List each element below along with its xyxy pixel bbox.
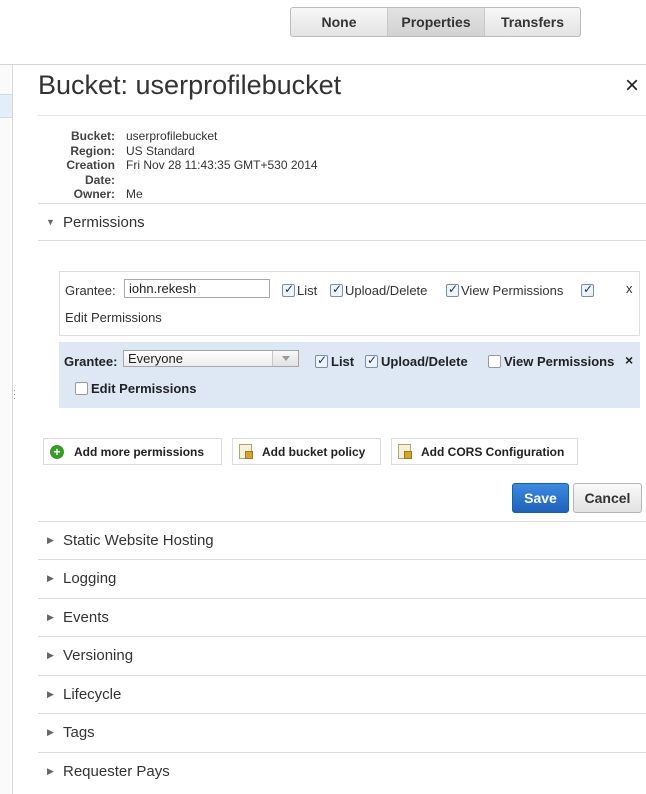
grantee-select[interactable]: Everyone xyxy=(123,350,299,367)
section-versioning[interactable]: ▶ Versioning xyxy=(38,636,646,674)
grant-row-1: Grantee: iohn.rekesh List Upload/Delete … xyxy=(59,271,640,336)
section-label: Tags xyxy=(63,724,95,741)
close-icon[interactable]: × xyxy=(625,74,639,98)
grantee-select-value: Everyone xyxy=(128,351,183,366)
chevron-right-icon: ▶ xyxy=(47,766,54,776)
list-checkbox[interactable] xyxy=(282,282,295,297)
upload-delete-checkbox[interactable] xyxy=(330,282,343,297)
grantee-input[interactable]: iohn.rekesh xyxy=(124,279,270,298)
upload-delete-label: Upload/Delete xyxy=(345,283,428,298)
info-value-creation-date: Fri Nov 28 11:43:35 GMT+530 2014 xyxy=(126,158,318,172)
info-key: Owner: xyxy=(73,187,115,201)
section-label: Logging xyxy=(63,570,117,587)
policy-document-icon xyxy=(239,444,253,459)
bucket-list-selected-row[interactable] xyxy=(0,94,12,118)
section-label: Static Website Hosting xyxy=(63,532,214,549)
add-more-permissions-button[interactable]: + Add more permissions xyxy=(43,438,222,465)
view-permissions-checkbox[interactable] xyxy=(446,282,459,297)
bucket-list-pane xyxy=(0,65,13,794)
section-label: Requester Pays xyxy=(63,763,170,780)
upload-delete-label: Upload/Delete xyxy=(381,354,468,369)
edit-permissions-label: Edit Permissions xyxy=(91,381,197,396)
chevron-right-icon: ▶ xyxy=(47,573,54,583)
button-label: Add bucket policy xyxy=(262,444,366,459)
info-key: Region: xyxy=(70,143,115,158)
header-divider xyxy=(0,64,646,65)
cancel-button[interactable]: Cancel xyxy=(573,483,642,513)
info-value-owner: Me xyxy=(126,187,143,201)
grant-row-2: Grantee: Everyone List Upload/Delete Vie… xyxy=(59,342,640,408)
list-checkbox[interactable] xyxy=(315,353,328,368)
chevron-down-icon[interactable] xyxy=(272,351,298,366)
section-tags[interactable]: ▶ Tags xyxy=(38,713,646,751)
view-switcher: None Properties Transfers xyxy=(290,7,581,37)
section-logging[interactable]: ▶ Logging xyxy=(38,559,646,597)
title-divider xyxy=(38,115,646,116)
chevron-right-icon: ▶ xyxy=(47,727,54,737)
button-label: Add more permissions xyxy=(74,444,205,459)
chevron-right-icon: ▶ xyxy=(47,612,54,622)
edit-permissions-checkbox[interactable] xyxy=(581,282,594,297)
edit-permissions-checkbox[interactable] xyxy=(75,382,88,395)
upload-delete-checkbox[interactable] xyxy=(365,353,378,368)
chevron-right-icon: ▶ xyxy=(47,535,54,545)
section-permissions[interactable]: ▼ Permissions xyxy=(38,203,646,241)
section-static-website-hosting[interactable]: ▶ Static Website Hosting xyxy=(38,521,646,559)
info-value-region: US Standard xyxy=(126,143,195,158)
section-lifecycle[interactable]: ▶ Lifecycle xyxy=(38,675,646,713)
tab-properties[interactable]: Properties xyxy=(388,8,485,36)
list-label: List xyxy=(297,283,318,298)
add-bucket-policy-button[interactable]: Add bucket policy xyxy=(232,438,381,465)
edit-permissions-label: Edit Permissions xyxy=(65,310,162,325)
chevron-right-icon: ▶ xyxy=(47,650,54,660)
section-label: Versioning xyxy=(63,647,134,664)
add-cors-configuration-button[interactable]: Add CORS Configuration xyxy=(391,438,578,465)
info-key: Bucket: xyxy=(70,129,115,143)
bucket-info: Bucket: userprofilebucket Region: US Stand… xyxy=(40,129,318,202)
policy-document-icon xyxy=(398,444,412,459)
tab-transfers[interactable]: Transfers xyxy=(485,8,580,36)
panel-title: Bucket: userprofilebucket xyxy=(38,70,342,100)
remove-grant-icon[interactable]: × xyxy=(625,352,633,368)
section-label: Events xyxy=(63,609,109,626)
resize-grip-icon[interactable]: · · · xyxy=(13,386,16,403)
chevron-right-icon: ▶ xyxy=(47,689,54,699)
remove-grant-icon[interactable]: x xyxy=(626,281,633,296)
section-label: Permissions xyxy=(63,213,145,231)
section-label: Lifecycle xyxy=(63,686,122,703)
plus-icon: + xyxy=(50,444,64,459)
view-permissions-checkbox[interactable] xyxy=(488,355,501,368)
section-events[interactable]: ▶ Events xyxy=(38,598,646,636)
section-requester-pays[interactable]: ▶ Requester Pays xyxy=(38,752,646,790)
view-permissions-label: View Permissions xyxy=(504,354,615,369)
button-label: Add CORS Configuration xyxy=(421,444,565,459)
grantee-label: Grantee: xyxy=(64,354,118,369)
tab-none[interactable]: None xyxy=(291,8,388,36)
grantee-label: Grantee: xyxy=(65,283,116,298)
info-value-bucket: userprofilebucket xyxy=(126,129,218,143)
view-permissions-label: View Permissions xyxy=(461,283,564,298)
save-button[interactable]: Save xyxy=(512,483,569,513)
list-label: List xyxy=(331,354,355,369)
chevron-down-icon: ▼ xyxy=(46,217,55,227)
info-key: Creation Date: xyxy=(66,158,115,187)
